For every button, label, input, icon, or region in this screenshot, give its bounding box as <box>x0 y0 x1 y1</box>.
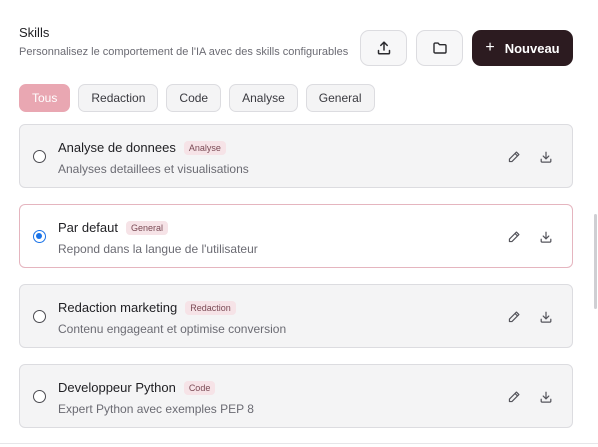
folder-icon <box>432 42 447 54</box>
skill-name: Redaction marketing <box>58 300 178 315</box>
edit-button[interactable] <box>506 149 522 165</box>
skill-tag: General <box>126 220 169 235</box>
download-button[interactable] <box>538 229 554 245</box>
plus-icon: + <box>485 39 495 56</box>
skill-title: Developpeur Python Code <box>58 380 216 395</box>
edit-icon <box>508 311 520 323</box>
scrollbar-thumb[interactable] <box>594 214 597 309</box>
skill-title: Analyse de donnees Analyse <box>58 140 226 155</box>
filter-chip-code[interactable]: Code <box>166 84 222 112</box>
skill-description: Expert Python avec exemples PEP 8 <box>58 402 254 416</box>
skill-name: Analyse de donnees <box>58 140 176 155</box>
skill-radio[interactable] <box>33 310 46 323</box>
skill-card[interactable]: Analyse de donnees Analyse Analyses deta… <box>19 124 573 188</box>
skill-radio[interactable] <box>33 390 46 403</box>
skill-description: Repond dans la langue de l'utilisateur <box>58 242 258 256</box>
filter-bar: Tous Redaction Code Analyse General <box>19 84 375 112</box>
edit-icon <box>508 231 520 243</box>
download-icon <box>540 391 552 403</box>
new-skill-button[interactable]: + Nouveau <box>472 30 573 66</box>
edit-button[interactable] <box>506 229 522 245</box>
edit-icon <box>508 151 520 163</box>
page-title: Skills <box>19 25 50 40</box>
upload-button[interactable] <box>360 30 407 66</box>
skill-name: Par defaut <box>58 220 118 235</box>
skill-card-selected[interactable]: Par defaut General Repond dans la langue… <box>19 204 573 268</box>
skill-tag: Analyse <box>183 140 226 155</box>
edit-icon <box>508 391 520 403</box>
download-button[interactable] <box>538 149 554 165</box>
skill-title: Redaction marketing Redaction <box>58 300 236 315</box>
edit-button[interactable] <box>506 309 522 325</box>
skill-radio-checked[interactable] <box>33 230 46 243</box>
edit-button[interactable] <box>506 389 522 405</box>
download-icon <box>540 231 552 243</box>
filter-chip-general[interactable]: General <box>305 84 375 112</box>
filter-chip-tous[interactable]: Tous <box>19 84 71 112</box>
skill-description: Analyses detaillees et visualisations <box>58 162 249 176</box>
skill-tag: Code <box>183 380 216 395</box>
upload-icon <box>377 41 390 55</box>
page-subtitle: Personnalisez le comportement de l'IA av… <box>19 46 349 58</box>
download-button[interactable] <box>538 389 554 405</box>
bottom-divider <box>0 443 598 444</box>
skill-title: Par defaut General <box>58 220 169 235</box>
skill-name: Developpeur Python <box>58 380 176 395</box>
page-header: Skills Personnalisez le comportement de … <box>19 26 348 59</box>
skill-radio[interactable] <box>33 150 46 163</box>
download-icon <box>540 311 552 323</box>
skill-description: Contenu engageant et optimise conversion <box>58 322 287 336</box>
skill-tag: Redaction <box>185 300 236 315</box>
filter-chip-redaction[interactable]: Redaction <box>78 84 159 112</box>
filter-chip-analyse[interactable]: Analyse <box>229 84 298 112</box>
skill-card[interactable]: Redaction marketing Redaction Contenu en… <box>19 284 573 348</box>
import-folder-button[interactable] <box>416 30 463 66</box>
download-button[interactable] <box>538 309 554 325</box>
download-icon <box>540 151 552 163</box>
skill-card[interactable]: Developpeur Python Code Expert Python av… <box>19 364 573 428</box>
new-skill-label: Nouveau <box>504 40 560 56</box>
